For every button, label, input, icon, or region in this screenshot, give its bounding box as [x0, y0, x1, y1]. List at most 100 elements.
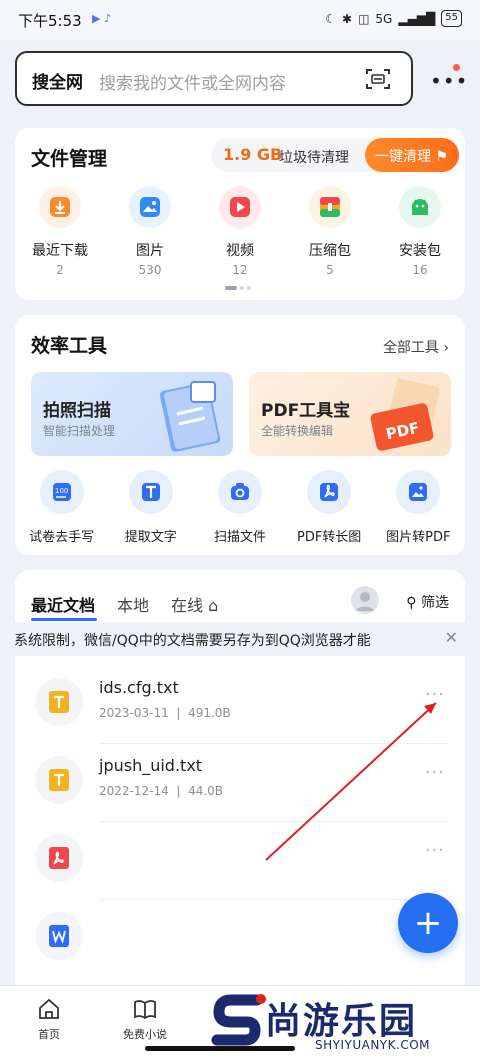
document-meta: 2023-03-11 | 491.0B: [99, 706, 231, 720]
tool-shortcuts: 100 试卷去手写 提取文字 扫描文件 PDF转长图 图片转PDF: [15, 470, 465, 545]
file-category-label: 压缩包: [309, 243, 351, 259]
document-name: jpush_uid.txt: [99, 756, 203, 775]
more-menu-button[interactable]: •••: [426, 64, 467, 94]
file-category-count: 2: [56, 263, 64, 277]
more-options-icon[interactable]: ···: [425, 762, 445, 783]
notification-icons: ▶ ♪: [92, 12, 111, 25]
more-icon: •••: [430, 69, 469, 93]
tab-online[interactable]: 在线 ⌂: [171, 592, 218, 616]
tool-extract-text[interactable]: 提取文字: [107, 470, 195, 545]
tool-image-to-pdf[interactable]: 图片转PDF: [374, 470, 462, 545]
watermark-title: 尚游乐园: [265, 1001, 418, 1042]
tools-card: 效率工具 全部工具 › 拍照扫描 智能扫描处理 PDF工具宝 全能转换编辑 PD…: [15, 315, 465, 555]
pdf-toolkit-subtitle: 全能转换编辑: [261, 424, 334, 438]
file-category-grid: 最近下载 2 图片 530 视频 12 压缩包 5 安装包 16: [15, 186, 465, 277]
document-row[interactable]: jpush_uid.txt 2022-12-14 | 44.0B ···: [15, 744, 465, 822]
scan-icon[interactable]: [365, 67, 391, 91]
add-button[interactable]: +: [398, 893, 458, 953]
tool-label: 提取文字: [124, 530, 177, 545]
file-category-apks[interactable]: 安装包 16: [375, 186, 465, 277]
plus-icon: +: [413, 903, 443, 943]
junk-clean-banner[interactable]: 1.9 GB 垃圾待清理 一键清理 ⚑: [211, 138, 459, 172]
junk-text: 垃圾待清理: [279, 150, 349, 166]
file-category-videos[interactable]: 视频 12: [195, 186, 285, 277]
file-category-count: 5: [326, 263, 334, 277]
notification-dot: [453, 64, 460, 71]
avatar[interactable]: [351, 586, 379, 614]
junk-size: 1.9 GB: [223, 145, 283, 164]
android-icon: [399, 186, 441, 228]
tab-free-novels[interactable]: 免费小说: [110, 996, 180, 1042]
document-row[interactable]: ids.cfg.txt 2023-03-11 | 491.0B ···: [15, 666, 465, 744]
camera-scan-icon: [217, 470, 262, 514]
tab-label: 免费小说: [123, 1028, 167, 1041]
image-to-pdf-icon: [396, 470, 441, 514]
file-category-count: 16: [412, 263, 428, 277]
moon-icon: ☾: [325, 11, 336, 26]
tab-label: 首页: [38, 1028, 60, 1041]
watermark-logo: [211, 994, 266, 1046]
status-time: 下午5:53: [18, 12, 82, 30]
svg-text:100: 100: [55, 487, 68, 495]
text-extract-icon: [128, 470, 173, 514]
doc-tabs: 最近文档 本地 在线 ⌂: [31, 592, 218, 616]
file-category-downloads[interactable]: 最近下载 2: [15, 186, 105, 277]
document-row[interactable]: [15, 900, 465, 978]
tab-local[interactable]: 本地: [117, 592, 149, 616]
watermark-url: SHYIYUANYK.COM: [315, 1038, 430, 1052]
page-indicator: [225, 286, 251, 290]
close-icon[interactable]: ✕: [445, 628, 458, 647]
photo-scan-title: 拍照扫描: [43, 401, 111, 421]
chevron-right-icon: ›: [443, 340, 449, 356]
tools-title: 效率工具: [31, 335, 108, 357]
pdf-file-icon: [35, 834, 83, 882]
search-prefix: 搜全网: [32, 73, 83, 93]
tool-pdf-to-image[interactable]: PDF转长图: [285, 470, 373, 545]
pdf-icon: [307, 470, 352, 514]
more-options-icon[interactable]: ···: [425, 840, 445, 861]
bluetooth-icon: ✱: [342, 11, 353, 26]
search-input[interactable]: 搜索我的文件或全网内容: [99, 69, 286, 94]
pdf-toolkit-title: PDF工具宝: [261, 401, 351, 421]
more-options-icon[interactable]: ···: [425, 684, 445, 705]
pdf-illustration-icon: PDF: [370, 378, 440, 451]
search-bar[interactable]: 搜全网 搜索我的文件或全网内容: [15, 51, 413, 106]
document-row[interactable]: ···: [15, 822, 465, 900]
tab-home[interactable]: 首页: [14, 996, 84, 1042]
document-name: ids.cfg.txt: [99, 678, 179, 697]
tab-recent-docs[interactable]: 最近文档: [31, 592, 95, 616]
status-bar: 下午5:53 ▶ ♪ ☾ ✱ ◫ 5G ▂▄▆█ 55: [0, 0, 480, 40]
clean-button-label: 一键清理: [375, 149, 431, 165]
signal-icon: ▂▄▆█: [398, 11, 436, 26]
file-category-label: 视频: [226, 243, 254, 259]
tool-label: 试卷去手写: [29, 530, 95, 545]
file-category-archives[interactable]: 压缩包 5: [285, 186, 375, 277]
txt-file-icon: [35, 678, 83, 726]
broom-icon: ⚑: [435, 149, 449, 165]
notice-text: 系统限制，微信/QQ中的文档需要另存为到QQ浏览器才能: [14, 633, 371, 649]
file-category-label: 最近下载: [32, 243, 88, 259]
file-category-images[interactable]: 图片 530: [105, 186, 195, 277]
system-status-icons: ☾ ✱ ◫ 5G ▂▄▆█ 55: [325, 10, 462, 27]
signal-label: 5G: [375, 11, 393, 26]
tool-scan-file[interactable]: 扫描文件: [196, 470, 284, 545]
archive-icon: [309, 186, 351, 228]
active-tab-indicator: [31, 618, 97, 621]
photo-scan-subtitle: 智能扫描处理: [43, 424, 116, 438]
book-icon: [134, 1000, 156, 1020]
home-icon: [39, 998, 59, 1019]
file-manager-title: 文件管理: [31, 148, 108, 170]
document-meta: 2022-12-14 | 44.0B: [99, 784, 224, 798]
clean-button[interactable]: 一键清理 ⚑: [365, 138, 459, 172]
image-icon: [129, 186, 171, 228]
video-icon: [219, 186, 261, 228]
all-tools-link[interactable]: 全部工具 ›: [383, 337, 449, 357]
tool-remove-handwriting[interactable]: 100 试卷去手写: [18, 470, 106, 545]
cloud-icon: ⌂: [208, 596, 219, 615]
photo-scan-card[interactable]: 拍照扫描 智能扫描处理: [31, 372, 233, 456]
home-indicator: [145, 1046, 295, 1051]
exam-paper-icon: 100: [39, 470, 84, 514]
vibrate-icon: ◫: [358, 11, 370, 26]
filter-button[interactable]: ⚲ 筛选: [406, 592, 449, 612]
pdf-toolkit-card[interactable]: PDF工具宝 全能转换编辑 PDF: [249, 372, 451, 456]
